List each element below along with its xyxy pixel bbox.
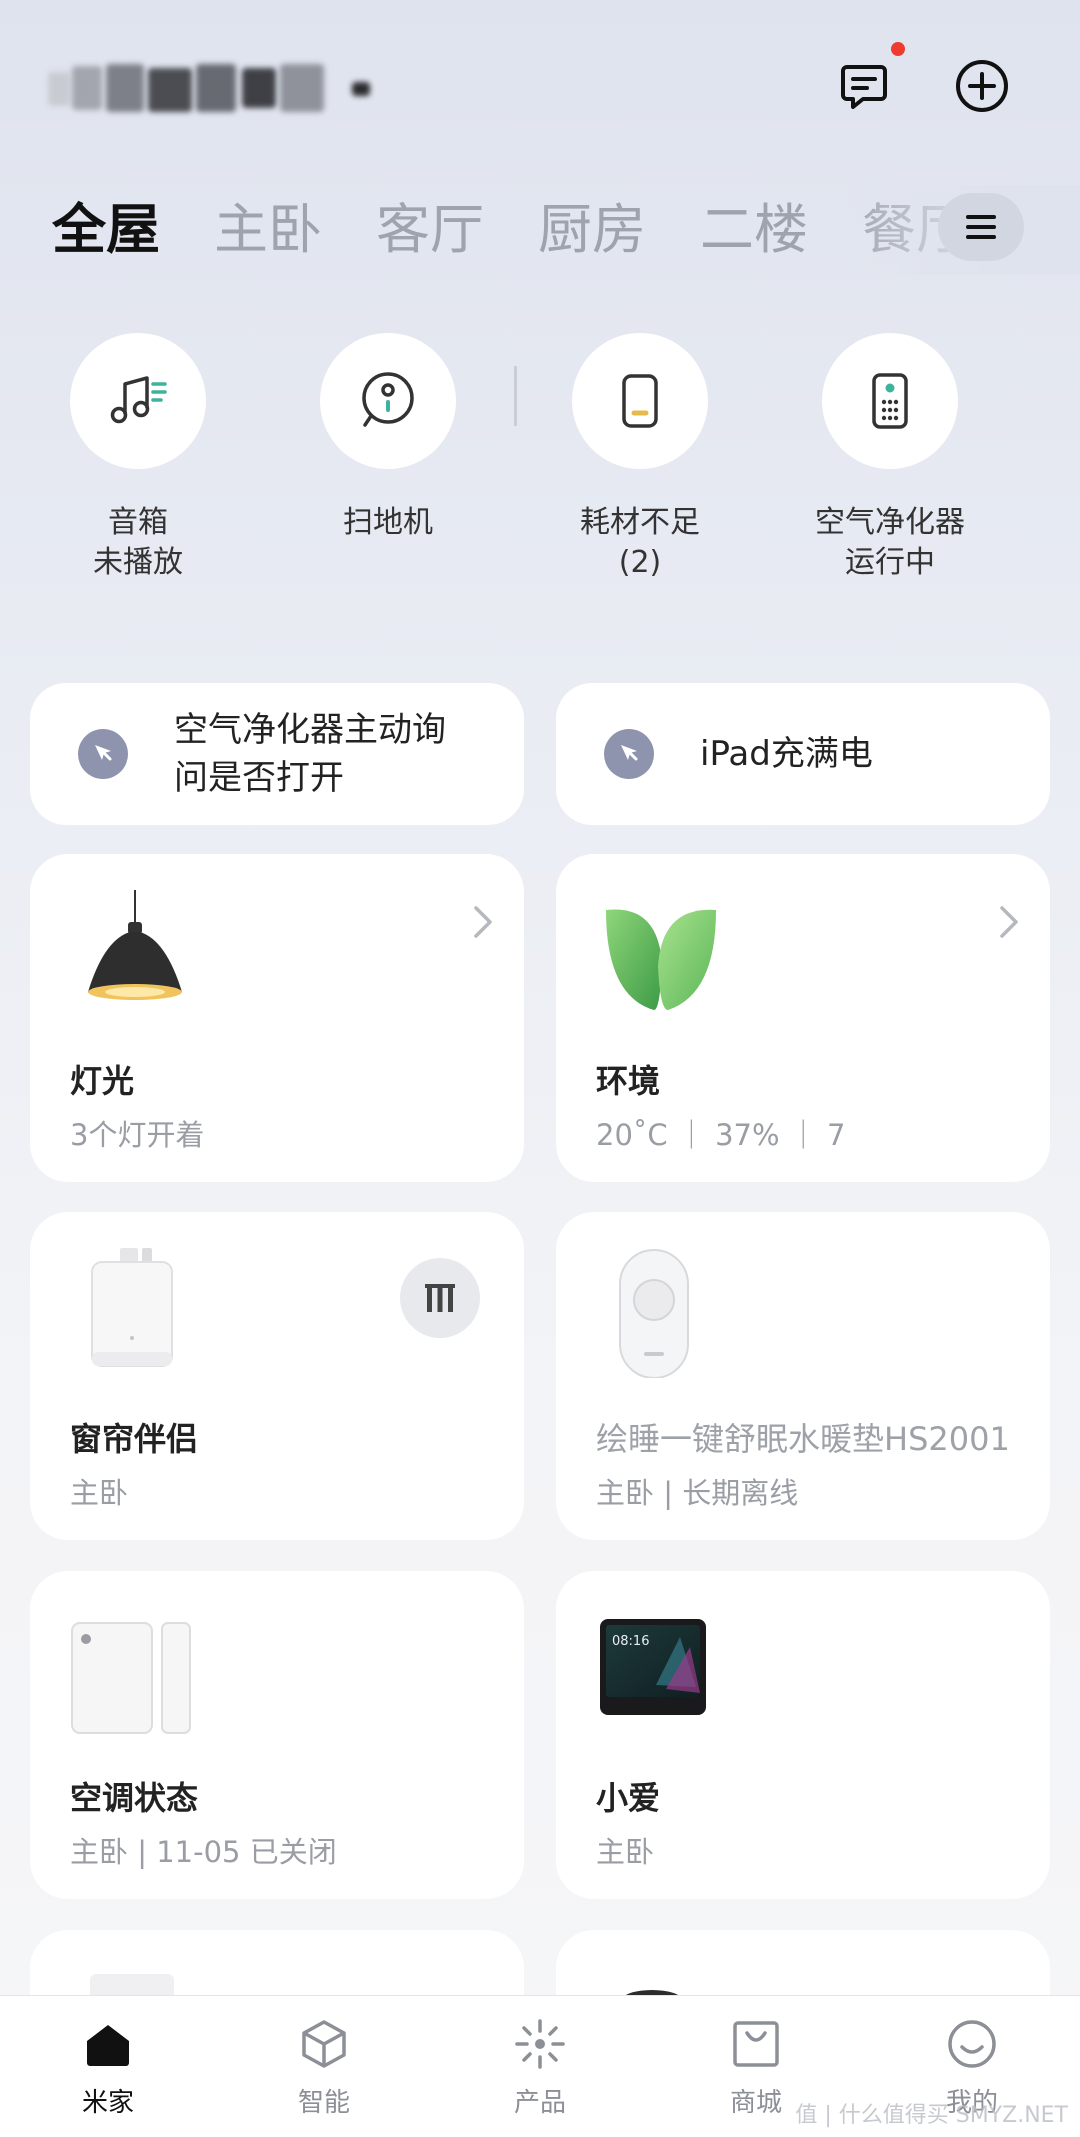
room-tab-living-room[interactable]: 客厅 [376, 190, 484, 270]
pendant-lamp-icon [88, 890, 182, 1000]
room-menu-button[interactable] [938, 193, 1024, 261]
room-tab-kitchen[interactable]: 厨房 [538, 190, 646, 270]
quick-label: 空气净化器 运行中 [815, 505, 965, 580]
curtain-companion-icon [91, 1248, 173, 1367]
music-note-icon [110, 376, 167, 424]
card-status: 3个灯开着 [70, 1118, 205, 1152]
curtain-action-button[interactable] [400, 1258, 480, 1338]
svg-text:08:16: 08:16 [612, 1634, 649, 1649]
card-name: 空调状态 [70, 1779, 199, 1817]
message-icon [841, 65, 887, 109]
card-lights[interactable]: 灯光 3个灯开着 [30, 854, 524, 1182]
water-pad-icon [619, 1249, 689, 1378]
cursor-icon [604, 729, 654, 779]
room-tab-master-bedroom[interactable]: 主卧 [214, 190, 322, 270]
card-name: 小爱 [596, 1779, 661, 1817]
card-name: 绘睡一键舒眠水暖垫HS2001 [596, 1420, 1010, 1458]
scene-label: 空气净化器主动询 问是否打开 [174, 710, 446, 798]
card-curtain-companion[interactable]: 窗帘伴侣 主卧 [30, 1212, 524, 1540]
quick-air-purifier[interactable]: 空气净化器 运行中 [790, 333, 990, 583]
room-tab-all[interactable]: 全屋 [52, 190, 160, 270]
smart-display-icon: 08:16 [600, 1619, 706, 1715]
shopping-bag-icon [733, 2021, 779, 2067]
card-xiaoai[interactable]: 08:16 小爱 主卧 [556, 1571, 1050, 1899]
cursor-icon [78, 729, 128, 779]
card-status: 主卧 [596, 1835, 655, 1869]
chevron-right-icon [1000, 906, 1018, 938]
nav-label: 智能 [297, 2088, 350, 2118]
sparkle-icon [515, 2019, 565, 2069]
cube-icon [302, 2020, 346, 2068]
leaf-icon [606, 909, 716, 1010]
quick-circle [70, 333, 206, 469]
card-status: 主卧 [70, 1476, 129, 1510]
card-status: 主卧 | 长期离线 [596, 1476, 799, 1510]
card-environment[interactable]: 环境 20˚C ｜ 37% ｜ 7 [556, 854, 1050, 1182]
quick-consumables[interactable]: 耗材不足 (2) [540, 333, 740, 583]
pause-icon [425, 1284, 455, 1312]
nav-products[interactable]: 产品 [432, 1996, 648, 2137]
quick-label: 扫地机 [343, 505, 433, 540]
card-name: 窗帘伴侣 [70, 1420, 199, 1458]
card-ac-status[interactable]: 空调状态 主卧 | 11-05 已关闭 [30, 1571, 524, 1899]
scene-label: iPad充满电 [700, 734, 873, 774]
card-status: 20˚C ｜ 37% ｜ 7 [596, 1118, 846, 1152]
nav-label: 商城 [729, 2088, 782, 2118]
quick-label: 耗材不足 (2) [580, 505, 700, 580]
nav-smart[interactable]: 智能 [216, 1996, 432, 2137]
robot-vacuum-icon [362, 372, 414, 427]
home-icon [87, 2025, 129, 2066]
card-name: 环境 [596, 1062, 661, 1100]
hamburger-icon [966, 215, 996, 239]
smile-icon [948, 2020, 996, 2068]
watermark: 值 | 什么值得买 SMYZ.NET [795, 2103, 1068, 2128]
card-name: 灯光 [70, 1062, 135, 1100]
room-tab-second-floor[interactable]: 二楼 [700, 190, 808, 270]
nav-home[interactable]: 米家 [0, 1996, 216, 2137]
quick-circle [822, 333, 958, 469]
quick-circle [572, 333, 708, 469]
scene-ipad-charged[interactable]: iPad充满电 [556, 683, 1050, 825]
quick-vacuum[interactable]: 扫地机 [288, 333, 488, 543]
quick-speaker[interactable]: 音箱 未播放 [38, 333, 238, 583]
quick-circle [320, 333, 456, 469]
home-name-blurred[interactable] [48, 58, 378, 120]
card-status: 主卧 | 11-05 已关闭 [70, 1835, 337, 1869]
scene-air-purifier-ask[interactable]: 空气净化器主动询 问是否打开 [30, 683, 524, 825]
add-device-button[interactable] [950, 54, 1014, 118]
message-button[interactable] [832, 54, 896, 118]
door-sensor-icon [71, 1622, 191, 1734]
chevron-right-icon [474, 906, 492, 938]
notification-dot [891, 42, 905, 56]
plus-circle-icon [956, 60, 1008, 112]
consumable-icon [622, 374, 658, 428]
air-purifier-icon [872, 373, 908, 429]
quick-label: 音箱 未播放 [93, 505, 183, 580]
quick-divider [514, 366, 517, 426]
nav-label: 米家 [81, 2088, 134, 2118]
card-water-pad[interactable]: 绘睡一键舒眠水暖垫HS2001 主卧 | 长期离线 [556, 1212, 1050, 1540]
nav-label: 产品 [513, 2088, 566, 2118]
